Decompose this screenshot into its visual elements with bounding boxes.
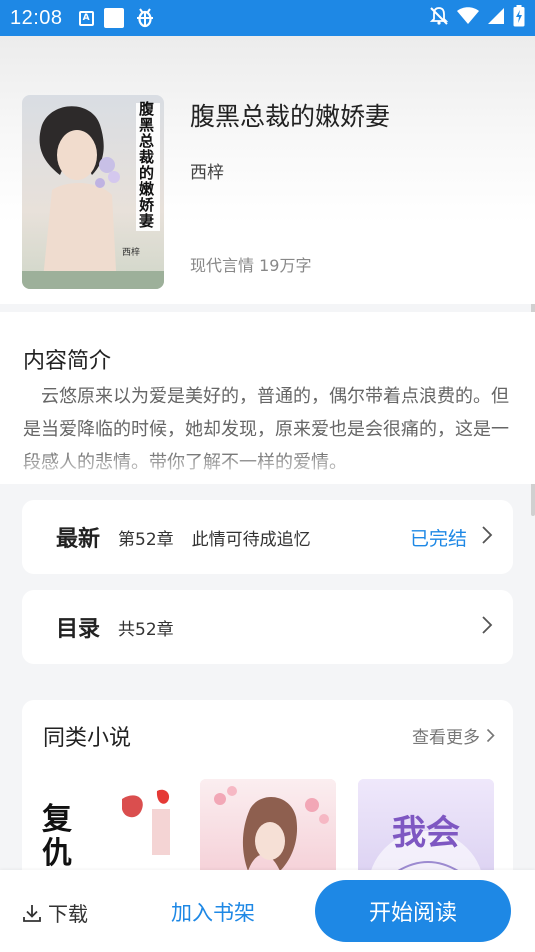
white-square-icon bbox=[103, 8, 124, 28]
latest-chapter-number: 第52章 bbox=[118, 529, 174, 550]
catalog-label: 目录 bbox=[56, 617, 101, 642]
intro-fade bbox=[0, 450, 535, 484]
completion-status: 已完结 bbox=[409, 527, 467, 550]
wifi-icon bbox=[457, 7, 479, 29]
start-reading-button[interactable]: 开始阅读 bbox=[315, 880, 511, 942]
intro-heading: 内容简介 bbox=[23, 349, 112, 374]
cover-author: 西梓 bbox=[122, 248, 141, 258]
cover-title-vertical: 腹黑总裁的嫩娇妻 bbox=[139, 100, 155, 230]
status-system-icons bbox=[429, 5, 525, 31]
see-more-link[interactable]: 查看更多 bbox=[412, 723, 495, 748]
battery-charging-icon bbox=[513, 5, 525, 31]
download-icon bbox=[23, 904, 41, 922]
book-header: 腹黑总裁的嫩娇妻 西梓 腹黑总裁的嫩娇妻 西梓 现代言情 19万字 bbox=[0, 36, 535, 304]
book-cover[interactable]: 腹黑总裁的嫩娇妻 西梓 bbox=[22, 95, 164, 289]
see-more-label: 查看更多 bbox=[412, 728, 480, 748]
latest-chapter-title: 此情可待成追忆 bbox=[191, 529, 311, 550]
signal-icon bbox=[487, 7, 505, 29]
similar-cover-text: 我会 bbox=[392, 813, 460, 853]
catalog-row[interactable]: 目录 共52章 bbox=[22, 590, 513, 664]
catalog-count: 共52章 bbox=[118, 619, 174, 640]
chevron-right-icon bbox=[481, 615, 493, 639]
add-to-shelf-button[interactable]: 加入书架 bbox=[171, 897, 255, 927]
book-author[interactable]: 西梓 bbox=[190, 158, 224, 183]
latest-chapter-row[interactable]: 最新 第52章 此情可待成追忆 已完结 bbox=[22, 500, 513, 574]
bug-icon bbox=[134, 6, 156, 31]
intro-section[interactable]: 内容简介 云悠原来以为爱是美好的，普通的，偶尔带着点浪费的。但是当爱降临的时候，… bbox=[0, 312, 535, 484]
download-button[interactable]: 下载 bbox=[22, 898, 88, 927]
a-notification-icon: A bbox=[78, 10, 94, 26]
bottom-action-bar: 下载 加入书架 开始阅读 bbox=[0, 870, 535, 952]
status-time: 12:08 bbox=[10, 6, 63, 29]
download-label: 下载 bbox=[48, 902, 88, 926]
latest-label: 最新 bbox=[56, 527, 101, 552]
book-title: 腹黑总裁的嫩娇妻 bbox=[190, 102, 391, 131]
chevron-right-icon bbox=[486, 728, 495, 743]
status-bar: 12:08 A bbox=[0, 0, 535, 36]
mute-bell-icon bbox=[429, 6, 449, 30]
book-meta: 现代言情 19万字 bbox=[190, 256, 312, 275]
status-notification-icons: A bbox=[78, 6, 156, 31]
similar-heading: 同类小说 bbox=[43, 726, 132, 751]
chevron-right-icon bbox=[481, 525, 493, 549]
